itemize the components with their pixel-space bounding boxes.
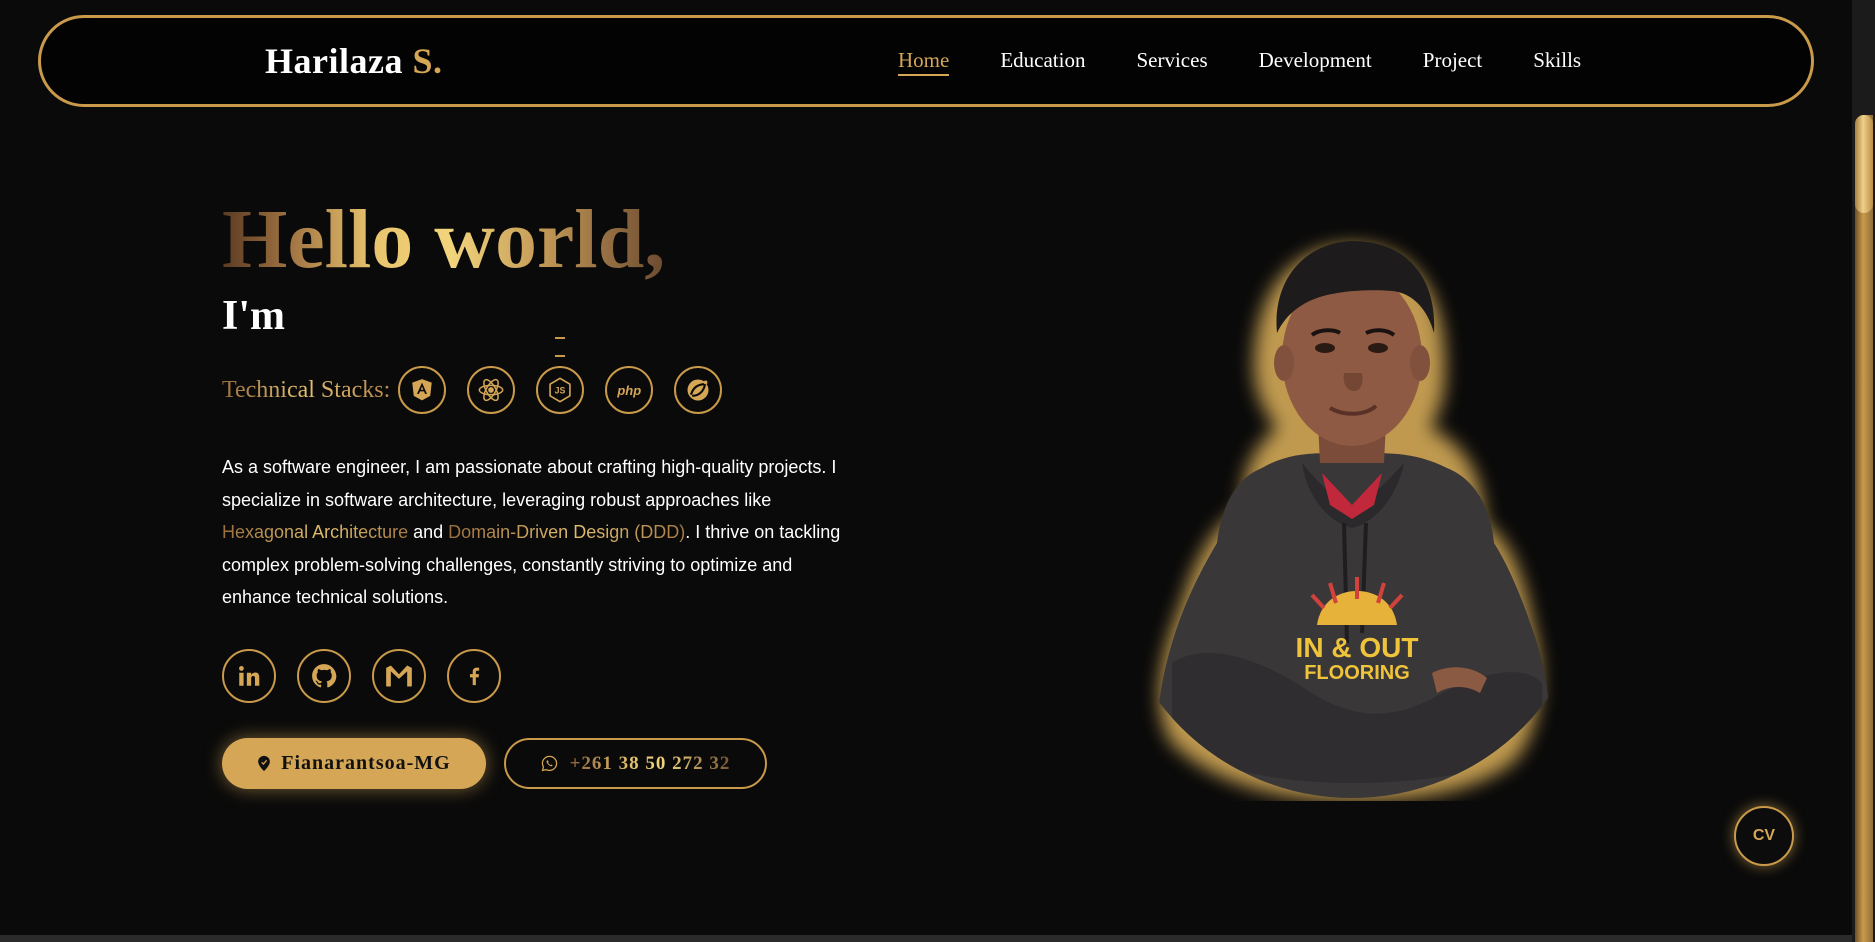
page: Harilaza S. Home Education Services Deve… [0,0,1875,942]
about-highlight-hexagonal: Hexagonal Architecture [222,522,409,542]
react-icon [467,366,516,414]
nav-home[interactable]: Home [898,48,950,76]
svg-text:JS: JS [555,386,566,396]
gmail-icon [386,665,412,687]
nav-services[interactable]: Services [1136,48,1207,76]
scrollbar-thumb-track [1855,115,1873,942]
linkedin-link[interactable] [222,649,276,703]
technical-stacks: Technical Stacks: JS php [222,366,723,414]
stacks-label: Technical Stacks: [222,376,391,403]
about-text: As a software engineer, I am passionate … [222,451,852,614]
typing-cursor [555,326,587,357]
whatsapp-icon [541,755,557,772]
profile-portrait: IN & OUT FLOORING [1112,223,1594,801]
shirt-text-line1: IN & OUT [1296,632,1419,663]
brand-logo[interactable]: Harilaza S. [265,40,443,82]
nav-development[interactable]: Development [1259,48,1372,76]
about-part1: As a software engineer, I am passionate … [222,457,837,510]
github-icon [312,664,337,688]
location-button[interactable]: Fianarantsoa-MG [222,738,486,789]
nav-links: Home Education Services Development Proj… [898,48,1581,76]
facebook-icon [469,667,480,686]
github-link[interactable] [297,649,351,703]
nav-project[interactable]: Project [1423,48,1482,76]
about-highlight-ddd: Domain-Driven Design (DDD) [448,522,686,542]
social-links [222,649,501,703]
brand-name: Harilaza [265,41,403,81]
hero-greeting: Hello world, [222,190,665,290]
brand-accent: S. [412,41,443,81]
phone-button[interactable]: +261 38 50 272 32 [504,738,767,789]
spring-icon [674,366,723,414]
shirt-text-line2: FLOORING [1304,662,1410,684]
nodejs-icon: JS [536,366,585,414]
nav-skills[interactable]: Skills [1533,48,1581,76]
location-text: Fianarantsoa-MG [281,752,451,774]
stack-icons: JS php [398,366,723,414]
location-pin-icon [258,755,271,772]
cv-button[interactable]: CV [1734,806,1794,866]
gmail-link[interactable] [372,649,426,703]
navbar: Harilaza S. Home Education Services Deve… [38,15,1814,107]
bottom-edge [0,935,1852,942]
php-icon: php [605,366,654,414]
angular-icon [398,366,447,414]
nav-education[interactable]: Education [1000,48,1085,76]
hero-intro: I'm [222,293,285,339]
php-text: php [617,382,642,398]
about-part2: and [408,522,449,542]
scrollbar-thumb[interactable] [1855,115,1873,213]
phone-text: +261 38 50 272 32 [569,752,731,774]
linkedin-icon [239,666,260,686]
facebook-link[interactable] [447,649,501,703]
